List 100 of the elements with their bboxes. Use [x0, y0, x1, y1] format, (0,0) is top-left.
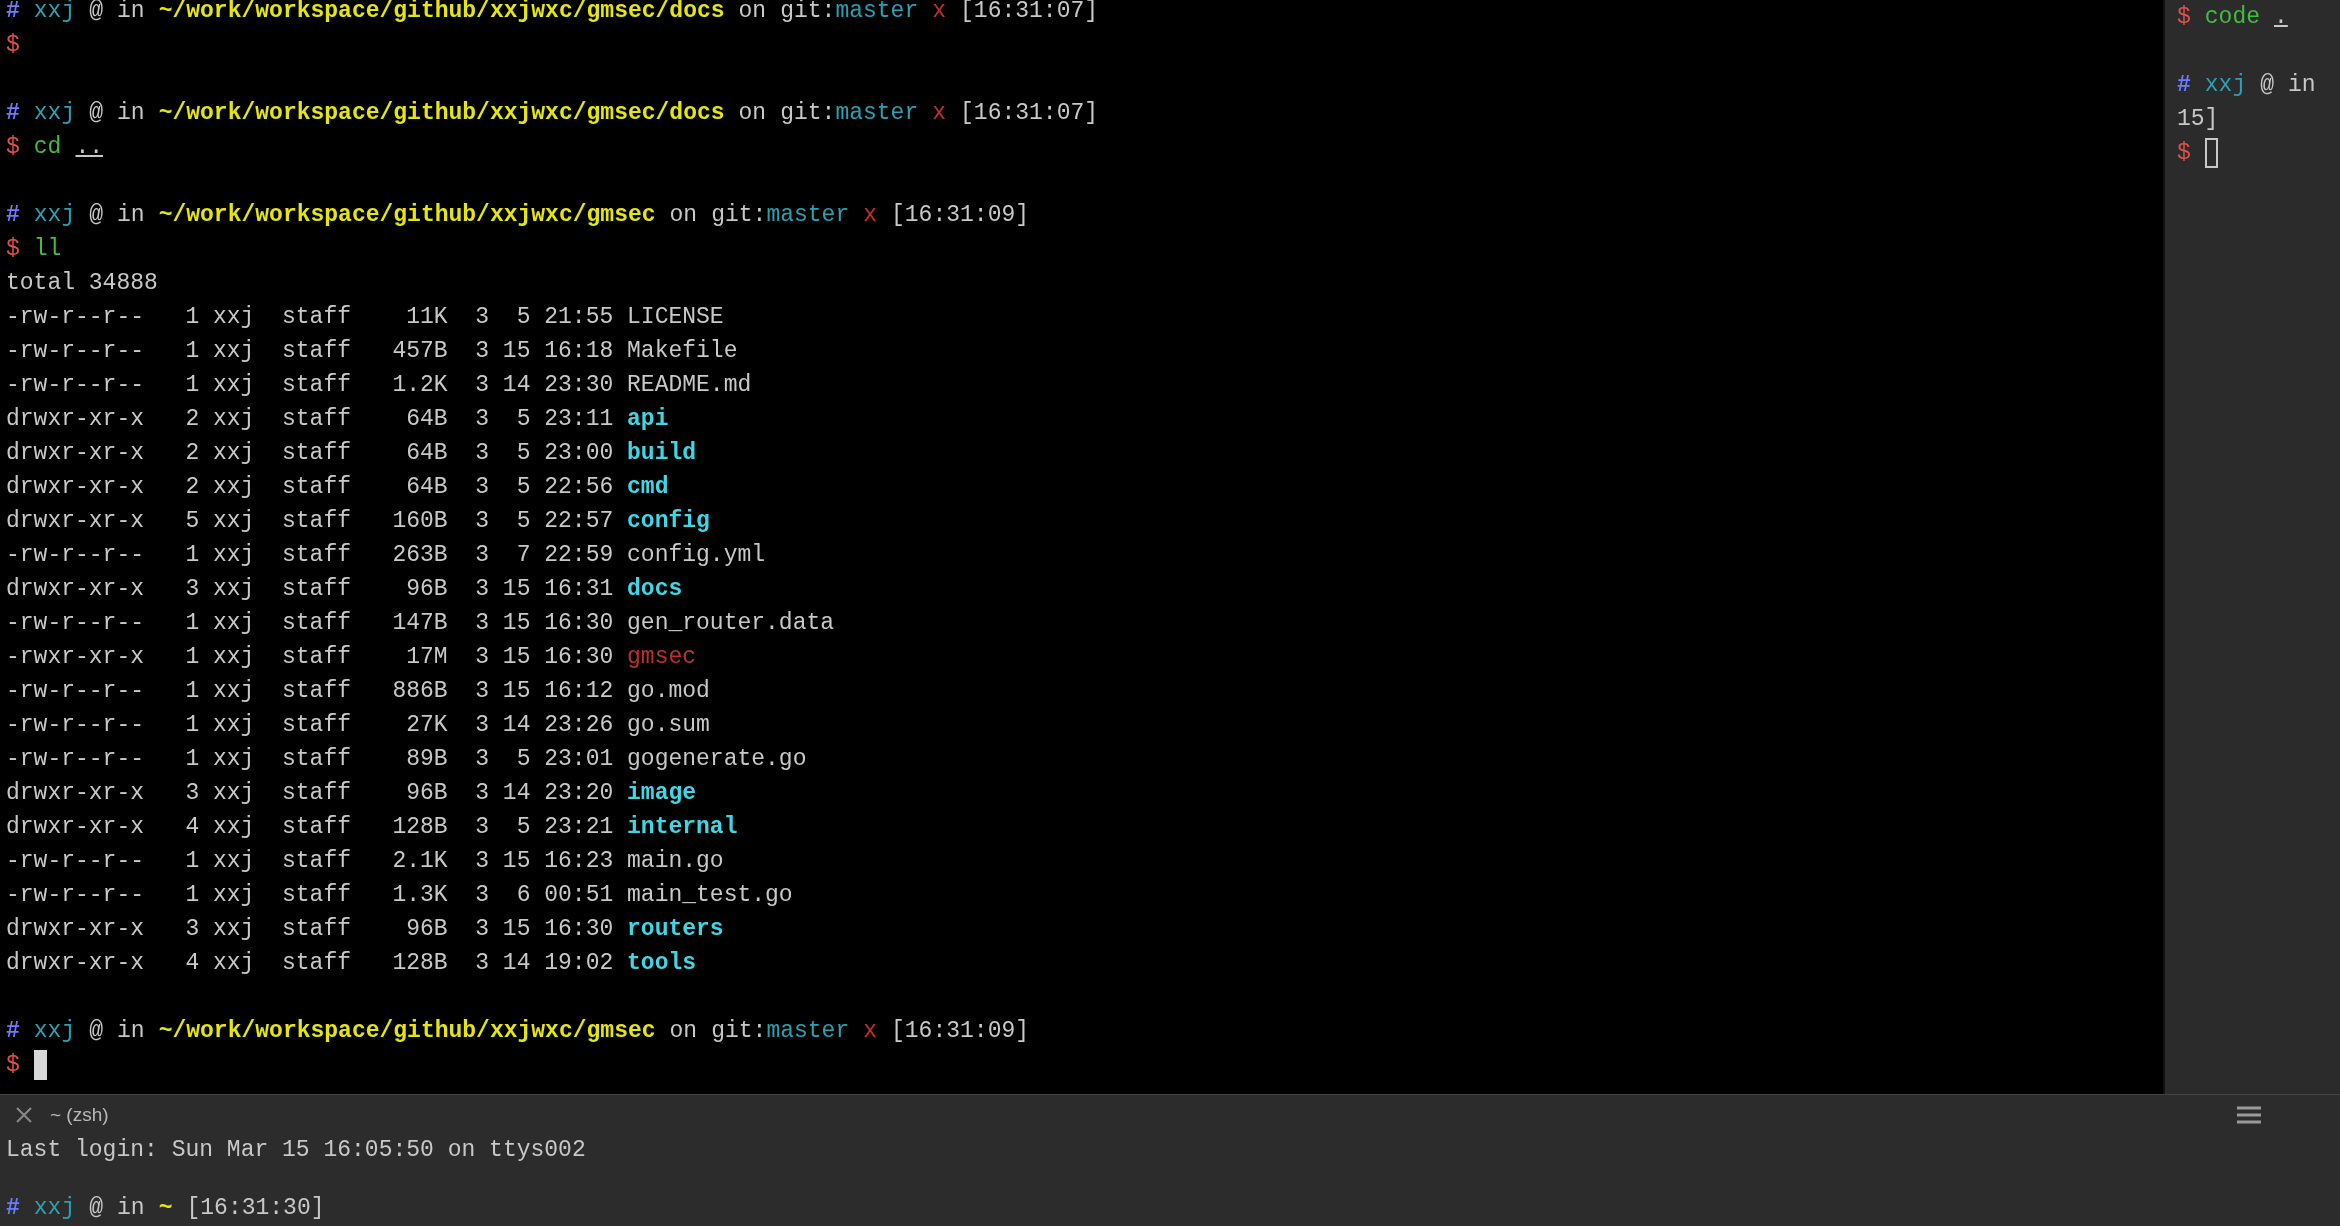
dirty-mark: x — [932, 99, 947, 128]
time-cell-text: 16:30 — [544, 609, 615, 638]
file-name: cmd — [627, 473, 669, 502]
month-cell-text: 3 — [474, 677, 490, 706]
owner-cell-text: xxj — [213, 541, 256, 570]
owner-cell-text: xxj — [213, 881, 256, 910]
owner-cell-text: xxj — [213, 711, 256, 740]
group-cell-text: staff — [282, 881, 351, 910]
git-branch: master — [766, 1018, 850, 1044]
permissions-cell-text: -rw-r--r-- — [6, 677, 146, 706]
file-name: gen_router.data — [627, 609, 835, 638]
time-cell-text: 21:55 — [544, 303, 615, 332]
size-cell-text: 64B — [405, 405, 448, 434]
git-branch: master — [766, 202, 850, 228]
prompt-at: @ — [2260, 71, 2275, 100]
time-cell-text: 16:23 — [544, 847, 615, 876]
prompt-at: @ — [89, 201, 104, 230]
group-cell-text: staff — [282, 745, 351, 774]
permissions-cell-text: drwxr-xr-x — [6, 949, 146, 978]
permissions-cell-text: drwxr-xr-x — [6, 507, 146, 536]
day-cell-text: 14 — [501, 371, 531, 400]
group-cell-text: staff — [282, 507, 351, 536]
permissions-cell-text: -rw-r--r-- — [6, 337, 146, 366]
prompt-in: in — [117, 1193, 145, 1223]
prompt-hash: # — [6, 201, 20, 230]
prompt-dollar: $ — [2177, 3, 2191, 32]
time-cell-text: 22:57 — [544, 507, 615, 536]
group-cell-text: staff — [282, 473, 351, 502]
group-cell-text: staff — [282, 677, 351, 706]
group-cell-text: staff — [282, 541, 351, 570]
time-cell-text: 16:18 — [544, 337, 615, 366]
day-cell-text: 6 — [515, 881, 531, 910]
time-cell-text: 16:31 — [544, 575, 615, 604]
prompt-dollar: $ — [6, 235, 20, 264]
links-cell-text: 1 — [184, 677, 200, 706]
prompt-path: ~/work/workspace/github/xxjwxc/gmsec/docs — [158, 0, 725, 26]
owner-cell-text: xxj — [213, 779, 256, 808]
month-cell-text: 3 — [474, 881, 490, 910]
size-cell-text: 11K — [405, 303, 448, 332]
tab-title[interactable]: ~ (zsh) — [50, 1100, 109, 1130]
git-label: git: — [780, 0, 836, 24]
time-cell-text: 23:30 — [544, 371, 615, 400]
file-name: config.yml — [627, 541, 766, 570]
permissions-cell-text: drwxr-xr-x — [6, 405, 146, 434]
prompt-user: xxj — [2204, 71, 2247, 100]
size-cell-text: 17M — [405, 643, 448, 672]
prompt-hash: # — [6, 99, 20, 128]
file-name: go.sum — [627, 711, 710, 740]
links-cell-text: 1 — [184, 609, 200, 638]
day-cell-text: 5 — [515, 405, 531, 434]
file-name: gogenerate.go — [627, 745, 807, 774]
day-cell-text: 14 — [501, 711, 531, 740]
prompt-in: in — [117, 1017, 145, 1046]
close-icon[interactable] — [14, 1105, 34, 1125]
links-cell-text: 5 — [184, 507, 200, 536]
permissions-cell-text: -rw-r--r-- — [6, 609, 146, 638]
day-cell-text: 14 — [501, 779, 531, 808]
links-cell-text: 2 — [184, 473, 200, 502]
links-cell-text: 1 — [184, 643, 200, 672]
group-cell-text: staff — [282, 371, 351, 400]
owner-cell-text: xxj — [213, 507, 256, 536]
links-cell-text: 4 — [184, 949, 200, 978]
month-cell-text: 3 — [474, 405, 490, 434]
group-cell-text: staff — [282, 303, 351, 332]
permissions-cell-text: drwxr-xr-x — [6, 575, 146, 604]
month-cell-text: 3 — [474, 303, 490, 332]
prompt-hash: # — [6, 1017, 20, 1046]
file-name: image — [627, 779, 697, 808]
owner-cell-text: xxj — [213, 439, 256, 468]
group-cell-text: staff — [282, 949, 351, 978]
month-cell-text: 3 — [474, 473, 490, 502]
git-branch: master — [835, 100, 919, 126]
file-name: docs — [627, 575, 683, 604]
time-cell-text: 23:20 — [544, 779, 615, 808]
dirty-mark: x — [863, 1017, 877, 1046]
size-cell-text: 160B — [391, 507, 448, 536]
prompt-path: ~ — [158, 1193, 173, 1223]
group-cell-text: staff — [282, 711, 351, 740]
permissions-cell-text: -rw-r--r-- — [6, 711, 146, 740]
group-cell-text: staff — [282, 609, 351, 638]
links-cell-text: 3 — [184, 575, 200, 604]
prompt-path: ~/work/workspace/github/xxjwxc/gmsec — [158, 201, 656, 230]
prompt-on: on — [738, 0, 767, 26]
month-cell-text: 3 — [474, 507, 490, 536]
time-cell-text: 23:00 — [544, 439, 615, 468]
time-cell-text: 23:01 — [544, 745, 615, 774]
prompt-on: on — [738, 99, 767, 128]
size-cell-text: 96B — [405, 779, 448, 808]
prompt-at: @ — [89, 1193, 104, 1223]
size-cell-text: 128B — [391, 813, 448, 842]
links-cell-text: 1 — [184, 711, 200, 740]
permissions-cell-text: drwxr-xr-x — [6, 813, 146, 842]
output-text: 15] — [2177, 105, 2219, 134]
size-cell-text: 1.2K — [391, 371, 448, 400]
group-cell-text: staff — [282, 847, 351, 876]
links-cell-text: 1 — [184, 541, 200, 570]
month-cell-text: 3 — [474, 915, 490, 944]
month-cell-text: 3 — [474, 439, 490, 468]
menu-icon[interactable] — [2236, 1105, 2262, 1125]
prompt-on: on — [669, 201, 698, 230]
